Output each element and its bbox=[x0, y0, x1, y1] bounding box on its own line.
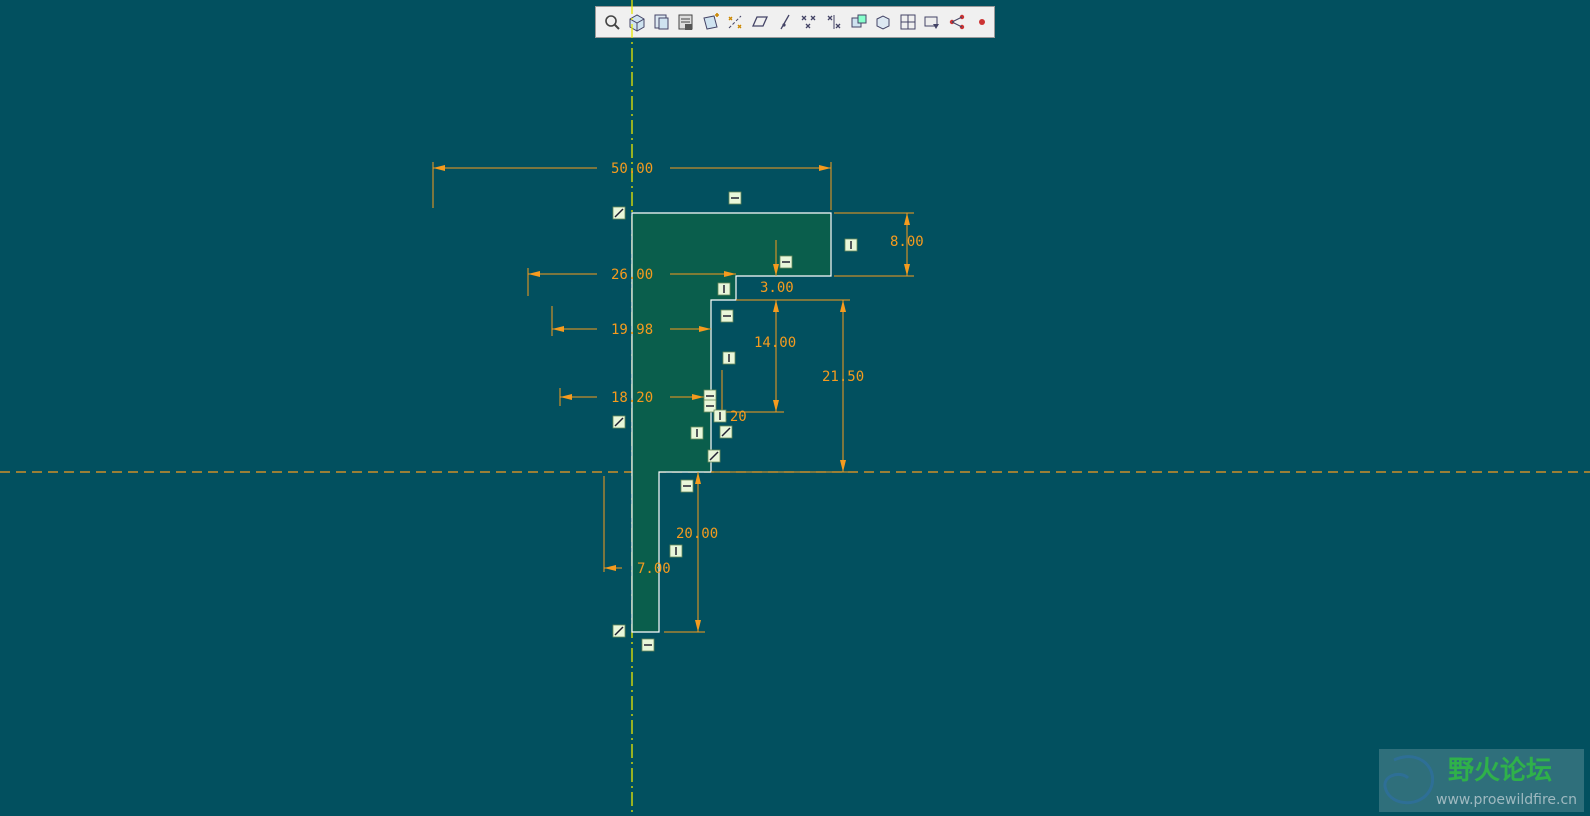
coincident-constraint-icon[interactable] bbox=[612, 624, 626, 638]
dim-height-14[interactable]: 14.00 bbox=[754, 335, 796, 351]
vertical-constraint-icon[interactable] bbox=[717, 282, 731, 296]
watermark-url: www.proewildfire.cn bbox=[1436, 792, 1577, 808]
coincident-constraint-icon[interactable] bbox=[612, 415, 626, 429]
dim-width-total[interactable]: 50.00 bbox=[611, 161, 653, 177]
coincident-constraint-icon[interactable] bbox=[707, 449, 721, 463]
watermark-title: 野火论坛 bbox=[1448, 756, 1552, 786]
vertical-constraint-icon[interactable] bbox=[669, 544, 683, 558]
dim-height-20[interactable]: 20.00 bbox=[676, 526, 718, 542]
dim-height-8[interactable]: 8.00 bbox=[890, 234, 924, 250]
vertical-constraint-icon[interactable] bbox=[713, 409, 727, 423]
vertical-constraint-icon[interactable] bbox=[690, 426, 704, 440]
dim-step-3[interactable]: 3.00 bbox=[760, 280, 794, 296]
vertical-constraint-icon[interactable] bbox=[844, 238, 858, 252]
horizontal-constraint-icon[interactable] bbox=[720, 309, 734, 323]
dim-height-2150[interactable]: 21.50 bbox=[822, 369, 864, 385]
dim-diameter-1998[interactable]: 19.98 bbox=[611, 322, 653, 338]
dim-diameter-700[interactable]: 7.00 bbox=[637, 561, 671, 577]
coincident-constraint-icon[interactable] bbox=[719, 425, 733, 439]
vertical-constraint-icon[interactable] bbox=[722, 351, 736, 365]
horizontal-constraint-icon[interactable] bbox=[728, 191, 742, 205]
horizontal-constraint-icon[interactable] bbox=[680, 479, 694, 493]
dim-diameter-1820[interactable]: 18.20 bbox=[611, 390, 653, 406]
coincident-constraint-icon[interactable] bbox=[612, 206, 626, 220]
sketch-canvas[interactable]: 50.00 26.00 19.98 18.20 7.00 8.00 3.00 1… bbox=[0, 0, 1590, 816]
horizontal-constraint-icon[interactable] bbox=[641, 638, 655, 652]
dim-step-26[interactable]: 26.00 bbox=[611, 267, 653, 283]
horizontal-constraint-icon[interactable] bbox=[779, 255, 793, 269]
watermark: 野火论坛 www.proewildfire.cn bbox=[1379, 749, 1584, 812]
